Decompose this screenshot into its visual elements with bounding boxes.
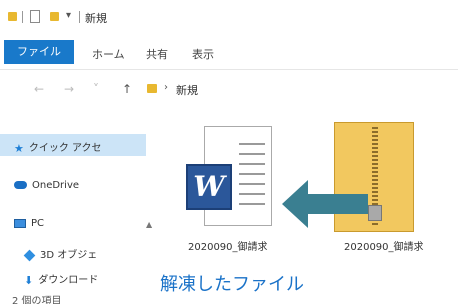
- tab-view[interactable]: 表示: [192, 46, 214, 62]
- title-bar: ▾ 新規: [0, 0, 458, 36]
- sidebar-item-pc[interactable]: PC: [14, 218, 44, 229]
- annotation-arrow: [282, 180, 368, 228]
- quick-access-dropdown[interactable]: ▾: [66, 10, 71, 21]
- sidebar-item-label: OneDrive: [32, 180, 80, 191]
- 3d-objects-icon: [23, 249, 36, 261]
- sidebar-item-label: クイック アクセ: [28, 143, 102, 154]
- word-icon: W: [186, 164, 232, 210]
- sidebar-item-onedrive[interactable]: OneDrive: [14, 180, 79, 191]
- pc-icon: [14, 218, 26, 228]
- file-name[interactable]: 2020090_御請求: [188, 238, 268, 253]
- sidebar-item-quick-access[interactable]: ★ クイック アクセ: [14, 139, 102, 155]
- file-name[interactable]: 2020090_御請求: [344, 238, 424, 253]
- breadcrumb[interactable]: 新規: [176, 82, 198, 98]
- divider: [22, 11, 23, 23]
- navigation-pane: ▲ ★ クイック アクセ OneDrive PC 3D オブジェ ⬇ ダウンロード …: [0, 108, 158, 304]
- folder-icon: [147, 84, 157, 93]
- document-icon[interactable]: [30, 10, 40, 23]
- back-icon[interactable]: ←: [34, 82, 44, 96]
- folder-icon[interactable]: [50, 12, 59, 21]
- chevron-right-icon[interactable]: ›: [164, 82, 168, 93]
- tab-share[interactable]: 共有: [146, 46, 168, 62]
- sidebar-item-3d-objects[interactable]: 3D オブジェ: [23, 246, 98, 261]
- star-icon: ★: [14, 141, 24, 155]
- sidebar-item-label: PC: [31, 218, 45, 229]
- folder-icon: [8, 12, 17, 21]
- file-item-word[interactable]: W: [182, 122, 274, 242]
- arrow-left-icon: [282, 180, 368, 228]
- forward-icon[interactable]: →: [64, 82, 74, 96]
- download-icon: ⬇: [24, 273, 34, 287]
- ribbon-tabs: ファイル ホーム 共有 表示: [0, 36, 458, 70]
- scroll-up-icon[interactable]: ▲: [146, 220, 152, 229]
- cloud-icon: [14, 181, 27, 189]
- sidebar-item-downloads[interactable]: ⬇ ダウンロード: [24, 271, 98, 287]
- address-bar: ← → ˅ ↑ › 新規: [0, 70, 458, 108]
- window-title: 新規: [85, 12, 107, 25]
- sidebar-item-label: 3D オブジェ: [40, 250, 98, 261]
- sidebar-item-label: ダウンロード: [38, 275, 99, 286]
- status-bar-item-count: 2 個の項目: [12, 296, 62, 304]
- tab-file[interactable]: ファイル: [4, 40, 74, 64]
- divider: [79, 11, 80, 23]
- tab-home[interactable]: ホーム: [92, 46, 125, 62]
- annotation-caption: 解凍したファイル: [160, 274, 304, 295]
- recent-locations-icon[interactable]: ˅: [93, 82, 99, 96]
- up-icon[interactable]: ↑: [122, 82, 132, 96]
